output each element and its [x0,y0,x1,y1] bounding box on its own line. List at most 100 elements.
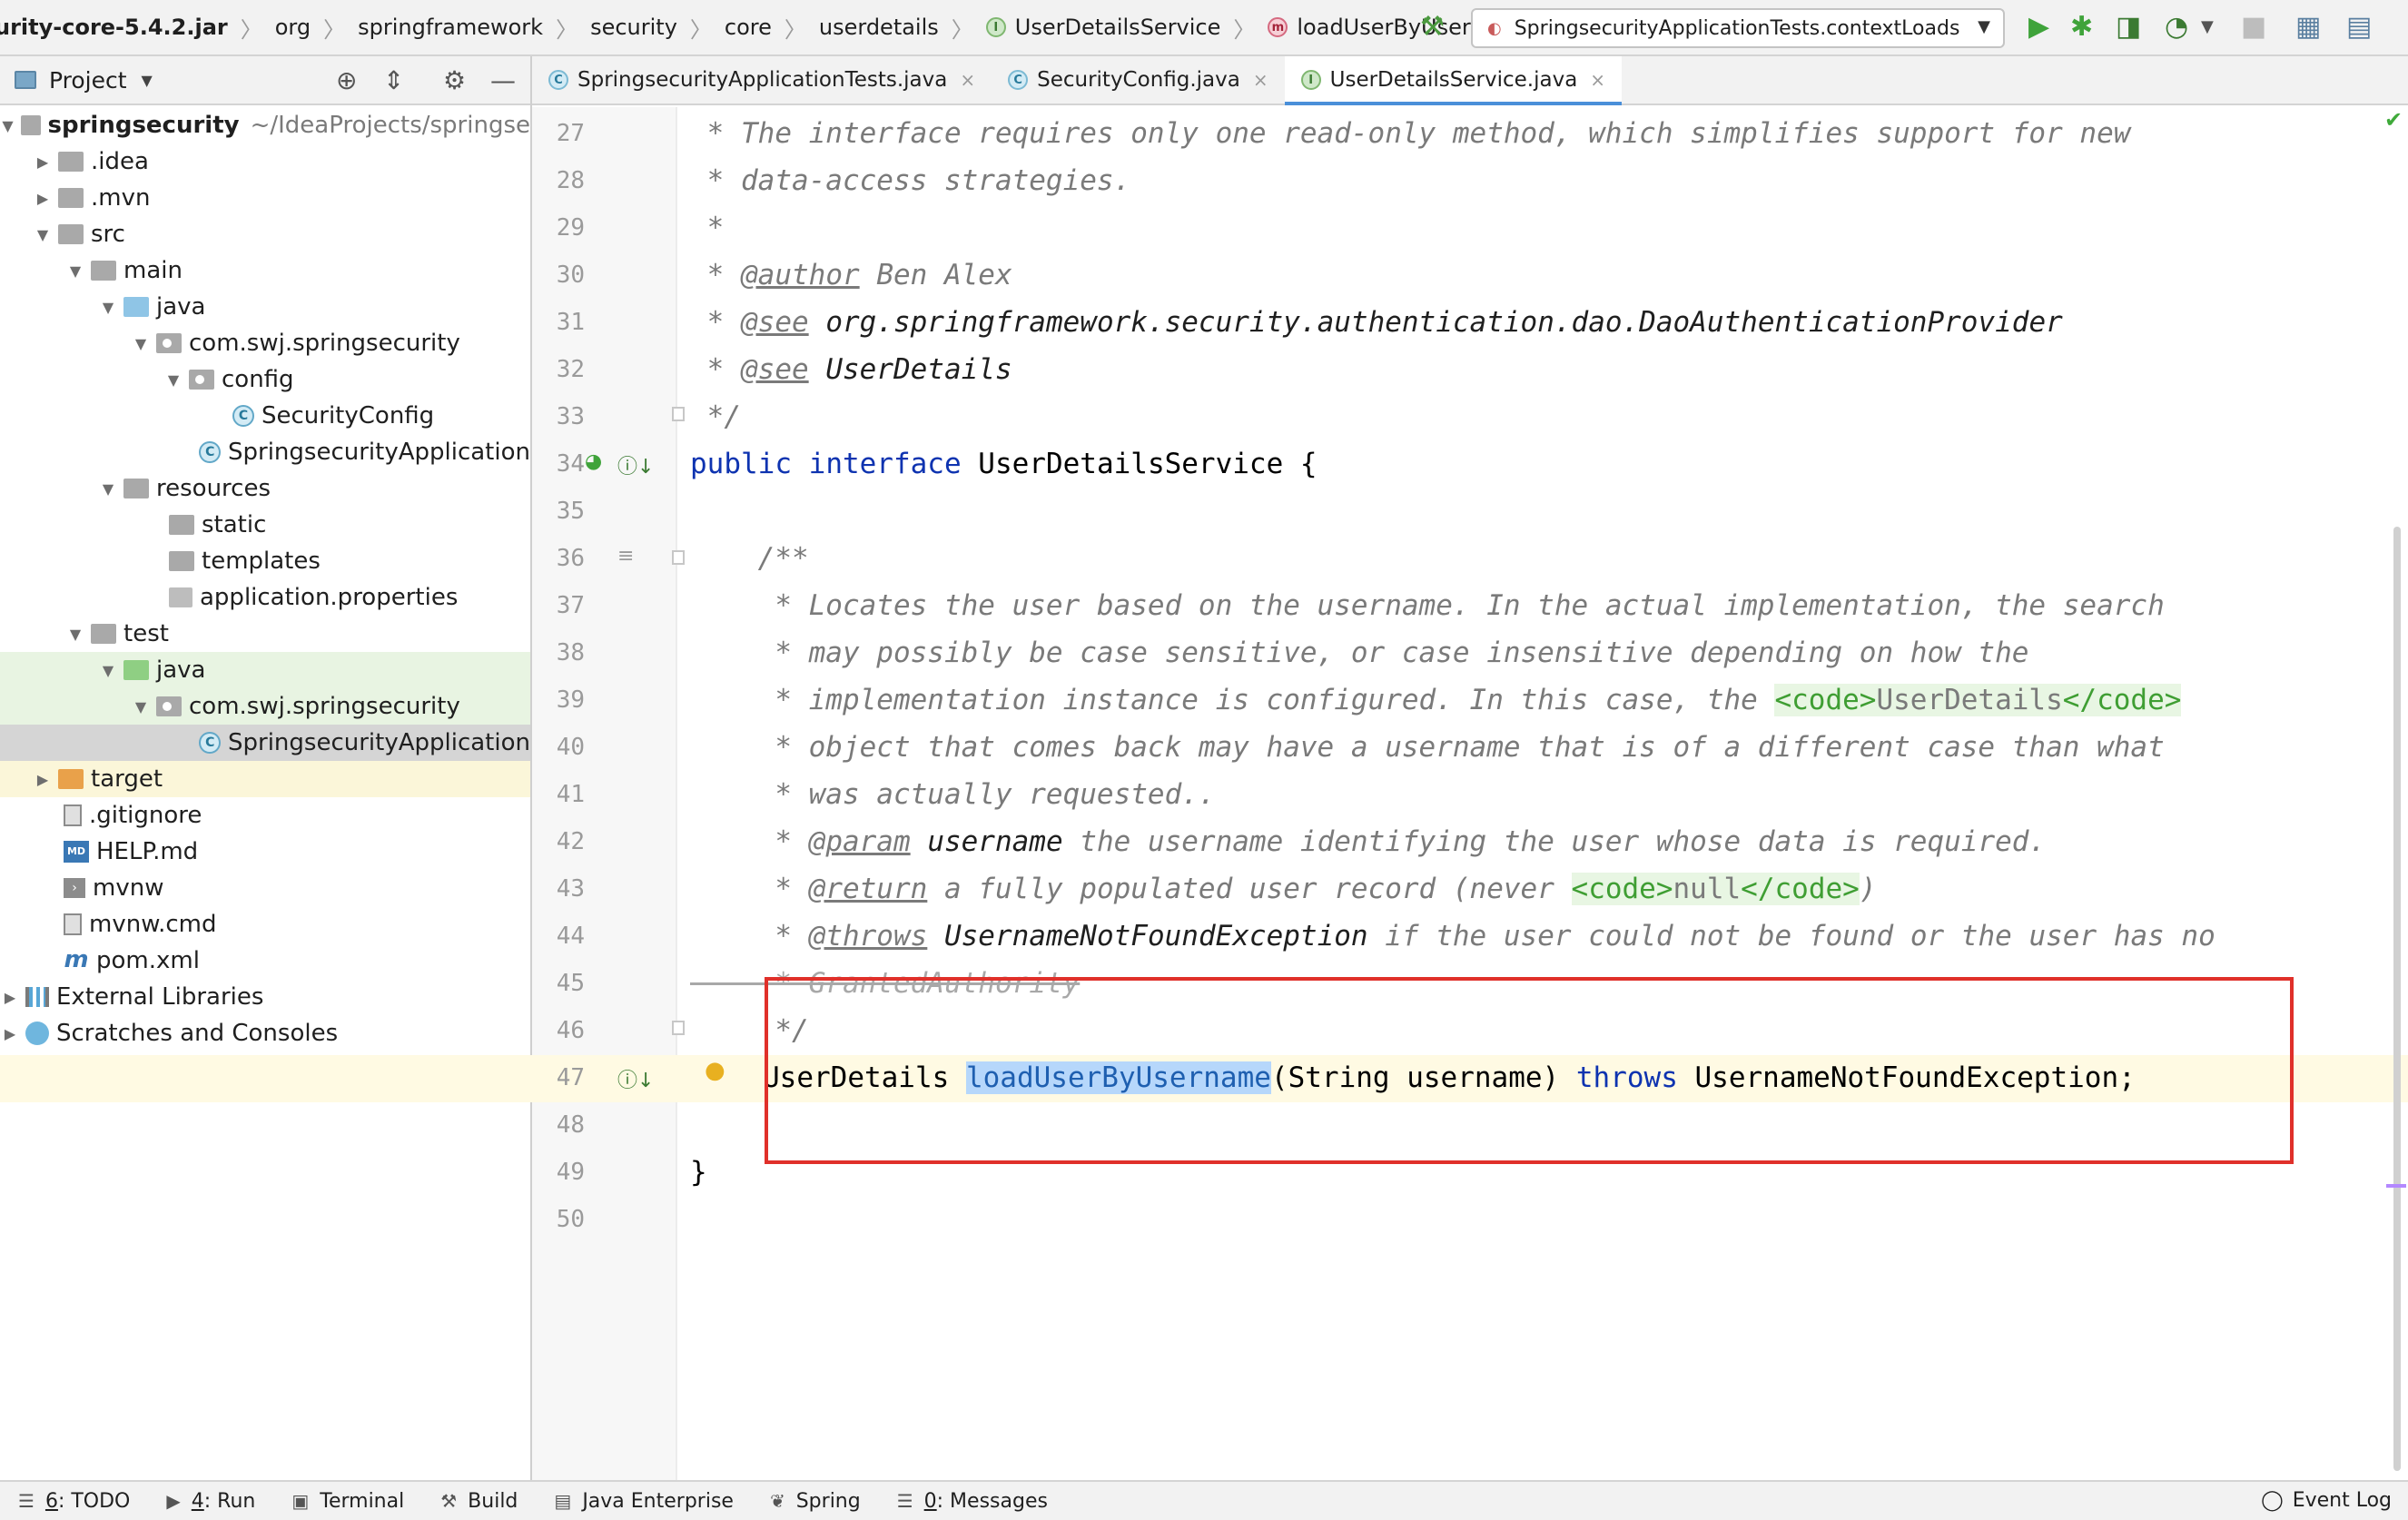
close-icon[interactable]: × [1590,69,1605,91]
code-token: * [690,259,741,291]
tab-securityconfig[interactable]: C SecurityConfig.java × [992,56,1285,104]
hammer-build-icon[interactable]: ⚒ [1420,11,1445,44]
code-token: * [690,306,741,339]
stop-icon[interactable]: ■ [2241,11,2266,44]
editor-tab-bar: C SpringsecurityApplicationTests.java × … [532,56,2408,105]
tool-window-spring[interactable]: ❦ Spring [770,1490,861,1513]
javadoc-reference[interactable]: org.springframework.security.authenticat… [825,306,2062,339]
class-icon: C [1008,70,1029,90]
chevron-down-icon[interactable]: ▼ [142,72,153,89]
breadcrumb-security[interactable]: security 〉 [590,0,725,54]
run-gutter-icon[interactable]: ◕ [585,450,602,473]
tool-window-event-log[interactable]: ◯ Event Log [2261,1489,2392,1512]
lightbulb-icon[interactable]: ● [705,1057,725,1084]
chevron-right-icon: 〉 [784,16,806,43]
rendered-doc-icon[interactable]: ≡ [617,545,634,568]
fold-marker-icon[interactable] [672,407,685,421]
code-token: a fully populated user record (never [927,873,1572,905]
javadoc-tag: @author [741,259,860,291]
project-panel-title[interactable]: Project [49,67,127,94]
run-configuration-select[interactable]: ◐ SpringsecurityApplicationTests.context… [1471,8,2005,48]
gear-icon[interactable]: ⚙ [443,65,466,95]
line-number: 37 [556,592,585,619]
tab-userdetailsservice[interactable]: I UserDetailsService.java × [1284,56,1623,105]
javadoc-reference[interactable]: UsernameNotFoundException [944,920,1368,952]
html-tag: </code> [2062,684,2182,716]
code-line: 30 * @author Ben Alex [0,252,2408,300]
run-icon[interactable]: ▶ [2028,11,2049,44]
coverage-icon[interactable]: ◨ [2116,11,2141,44]
debug-icon[interactable]: ✱ [2070,11,2093,44]
collapse-all-icon[interactable]: ⇕ [383,65,404,95]
tool-window-build[interactable]: ⚒ Build [440,1490,518,1513]
tool-window-terminal[interactable]: ▣ Terminal [291,1490,404,1513]
chevron-right-icon: 〉 [556,16,578,43]
interface-icon: I [1300,70,1321,90]
hide-panel-icon[interactable]: — [490,65,516,95]
fold-marker-icon[interactable] [672,1021,685,1035]
line-number: 49 [556,1159,585,1186]
tool-window-todo[interactable]: ☰ 6 : TODO [18,1490,130,1513]
editor-scrollbar[interactable] [2393,527,2401,1471]
tool-window-label: Java Enterprise [582,1489,734,1513]
chevron-down-icon[interactable]: ▼ [2201,11,2214,44]
tab-label: SecurityConfig.java [1037,68,1240,92]
tool-window-java-enterprise[interactable]: ▤ Java Enterprise [554,1490,734,1513]
breadcrumb-label: urity-core-5.4.2.jar [0,15,228,40]
breadcrumb-jar[interactable]: urity-core-5.4.2.jar 〉 [0,0,275,54]
breadcrumb-core[interactable]: core 〉 [725,0,819,54]
keyword: public [690,448,792,480]
project-structure-icon[interactable]: ▦ [2295,11,2321,44]
code-line: 42 * @param username the username identi… [0,819,2408,866]
event-log-icon: ◯ [2261,1489,2284,1512]
html-tag: <code> [1571,873,1673,905]
tool-window-mnemonic: 6 [44,1489,58,1513]
locate-icon[interactable]: ⊕ [336,65,357,95]
code-token: UserDetailsService { [961,448,1317,480]
tab-label: UserDetailsService.java [1329,68,1578,92]
inspection-ok-icon[interactable]: ✔ [2384,107,2403,133]
line-number: 47 [556,1064,585,1091]
code-line: 40 * object that comes back may have a u… [0,725,2408,772]
code-line: 50 [0,1197,2408,1244]
close-icon[interactable]: × [1253,69,1268,91]
breadcrumb-org[interactable]: org 〉 [275,0,358,54]
breadcrumb-userdetails[interactable]: userdetails 〉 [819,0,986,54]
line-number: 40 [556,734,585,761]
implemented-by-icon[interactable]: ⓘ↓ [617,450,654,479]
hammer-icon: ⚒ [440,1490,458,1512]
tab-springsecurityapplicationtests[interactable]: C SpringsecurityApplicationTests.java × [532,56,992,104]
javadoc-tag: @return [808,873,928,905]
html-tag: </code> [1741,873,1860,905]
line-number: 34 [556,450,585,478]
javadoc-param-name: username [927,825,1063,858]
code-text: * data-access strategies. [690,164,1131,197]
tool-window-label: Terminal [320,1489,405,1513]
tool-window-messages[interactable]: ☰ 0 : Messages [897,1490,1048,1513]
code-line: 44 * @throws UsernameNotFoundException i… [0,913,2408,961]
code-token: ) [1859,873,1877,905]
line-number: 42 [556,828,585,855]
implemented-by-icon[interactable]: ⓘ↓ [617,1064,654,1093]
tool-window-run[interactable]: ▶ 4 : Run [166,1490,255,1513]
spring-leaf-icon: ❦ [769,1490,785,1512]
code-text: * @return a fully populated user record … [690,873,1877,905]
line-number: 28 [556,167,585,194]
close-icon[interactable]: × [960,69,975,91]
chevron-right-icon: 〉 [240,16,262,43]
error-stripe-mark[interactable] [2386,1184,2406,1188]
terminal-icon: ▣ [291,1490,310,1512]
tab-label: SpringsecurityApplicationTests.java [577,68,948,92]
code-line: 38 * may possibly be case sensitive, or … [0,630,2408,677]
annotation-highlight-box [765,977,2294,1164]
breadcrumb-userdetailsservice[interactable]: I UserDetailsService 〉 [985,0,1268,54]
fold-marker-icon[interactable] [672,550,685,565]
breadcrumb-springframework[interactable]: springframework 〉 [358,0,590,54]
code-line: 36 /** [0,536,2408,583]
layout-icon[interactable]: ▤ [2346,11,2372,44]
javadoc-reference[interactable]: UserDetails [825,353,1012,386]
code-text: * The interface requires only one read-o… [690,117,2131,150]
profile-icon[interactable]: ◔ [2165,11,2188,44]
